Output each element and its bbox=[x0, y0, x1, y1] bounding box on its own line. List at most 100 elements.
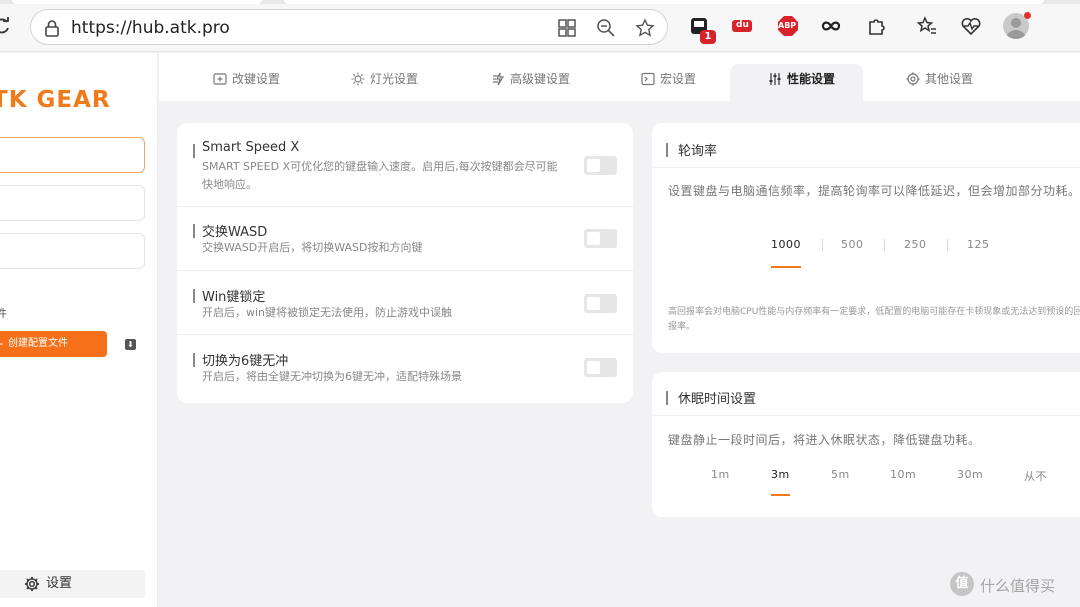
sleep-option-5m[interactable]: 5m bbox=[831, 468, 850, 481]
sliders-icon bbox=[769, 73, 781, 85]
tab-label: 灯光设置 bbox=[370, 72, 419, 86]
tab-label: 其他设置 bbox=[925, 72, 974, 86]
section-marker bbox=[666, 391, 668, 405]
sleep-option-never[interactable]: 从不 bbox=[1024, 468, 1047, 484]
divider bbox=[652, 167, 1080, 168]
tab-macro[interactable]: 宏设置 bbox=[641, 64, 696, 101]
feature-title: Win键锁定 bbox=[202, 290, 266, 305]
polling-rate-title: 轮询率 bbox=[678, 144, 718, 159]
sleep-time-card: 休眠时间设置 键盘静止一段时间后，将进入休眠状态，降低键盘功耗。 1m 3m 5… bbox=[652, 372, 1080, 517]
divider bbox=[652, 415, 1080, 416]
feature-title: 交换WASD bbox=[202, 225, 268, 240]
polling-rate-description: 设置键盘与电脑通信频率，提高轮询率可以降低延迟，但会增加部分功耗。 bbox=[668, 184, 1080, 198]
gear-icon bbox=[906, 72, 920, 86]
feature-title: 切换为6键无冲 bbox=[202, 354, 289, 369]
address-bar[interactable]: https://hub.atk.pro bbox=[30, 9, 668, 45]
section-marker bbox=[666, 143, 668, 157]
section-marker bbox=[193, 224, 195, 238]
polling-option-500[interactable]: 500 bbox=[841, 238, 864, 251]
feature-description: 交换WASD开启后，将切换WASD按和方向键 bbox=[202, 241, 423, 254]
selected-indicator bbox=[771, 494, 790, 496]
section-marker bbox=[193, 289, 195, 303]
infinity-icon[interactable] bbox=[820, 15, 842, 37]
tab-label: 宏设置 bbox=[660, 72, 697, 86]
polling-option-250[interactable]: 250 bbox=[904, 238, 927, 251]
section-marker bbox=[193, 144, 195, 158]
polling-option-125[interactable]: 125 bbox=[967, 238, 990, 251]
sun-icon bbox=[351, 72, 365, 86]
feature-title: Smart Speed X bbox=[202, 140, 300, 155]
adblock-icon[interactable]: ABP bbox=[777, 15, 799, 37]
settings-tabs: 改键设置 灯光设置 高级键设置 宏设置 性能设置 其他设置 bbox=[159, 53, 1080, 101]
swap-wasd-toggle[interactable] bbox=[584, 229, 617, 248]
zoom-out-icon[interactable] bbox=[596, 18, 616, 38]
feature-description: 开启后，win键将被锁定无法使用，防止游戏中误触 bbox=[202, 306, 453, 319]
tab-key-remap[interactable]: 改键设置 bbox=[213, 64, 280, 101]
tab-label: 性能设置 bbox=[787, 72, 836, 86]
create-profile-label: 创建配置文件 bbox=[8, 338, 68, 349]
adblock-label: ABP bbox=[778, 21, 797, 30]
sleep-option-3m[interactable]: 3m bbox=[771, 468, 790, 481]
feature-description: 开启后，将由全键无冲切换为6键无冲，适配特殊场景 bbox=[202, 370, 462, 383]
sleep-time-description: 键盘静止一段时间后，将进入休眠状态，降低键盘功耗。 bbox=[668, 433, 981, 447]
sleep-option-1m[interactable]: 1m bbox=[711, 468, 730, 481]
url-text[interactable]: https://hub.atk.pro bbox=[71, 18, 230, 38]
plus-icon: + bbox=[0, 331, 4, 357]
star-icon[interactable] bbox=[635, 18, 655, 38]
sleep-option-30m[interactable]: 30m bbox=[957, 468, 983, 481]
feature-row: 交换WASD 交换WASD开启后，将切换WASD按和方向键 bbox=[177, 207, 633, 271]
profile-section-label: 件 bbox=[0, 307, 7, 320]
bolt-icon bbox=[493, 72, 505, 86]
keyboard-add-icon bbox=[213, 73, 227, 85]
watermark-logo: 值 bbox=[950, 572, 974, 596]
tab-other[interactable]: 其他设置 bbox=[906, 64, 973, 101]
tab-performance[interactable]: 性能设置 bbox=[730, 64, 864, 101]
extension-badge: 1 bbox=[700, 30, 716, 44]
create-profile-button[interactable]: + 创建配置文件 bbox=[0, 331, 107, 357]
reload-icon[interactable] bbox=[0, 16, 12, 36]
section-marker bbox=[193, 353, 195, 367]
tab-lighting[interactable]: 灯光设置 bbox=[351, 64, 418, 101]
option-separator bbox=[947, 239, 948, 251]
health-icon[interactable] bbox=[960, 15, 982, 37]
feature-row: Win键锁定 开启后，win键将被锁定无法使用，防止游戏中误触 bbox=[177, 271, 633, 335]
browser-tab[interactable] bbox=[284, 0, 1044, 4]
feature-row: Smart Speed X SMART SPEED X可优化您的键盘输入速度。启… bbox=[177, 123, 633, 207]
sleep-option-10m[interactable]: 10m bbox=[890, 468, 916, 481]
du-extension-icon[interactable]: du bbox=[731, 15, 753, 37]
import-icon[interactable]: ⬇ bbox=[125, 339, 136, 350]
polling-rate-note: 高回报率会对电脑CPU性能与内存频率有一定要求，低配置的电脑可能存在卡顿现象或无… bbox=[668, 307, 1080, 332]
puzzle-icon[interactable] bbox=[866, 15, 888, 37]
lock-icon[interactable] bbox=[43, 19, 61, 37]
watermark-text: 什么值得买 bbox=[980, 577, 1056, 595]
notification-dot bbox=[1024, 12, 1031, 19]
six-key-rollover-toggle[interactable] bbox=[584, 358, 617, 377]
profile-slot-3[interactable] bbox=[0, 233, 145, 269]
sidebar: TK GEAR 件 + 创建配置文件 ⬇ 设置 bbox=[0, 53, 158, 607]
gear-icon bbox=[25, 577, 39, 591]
browser-tab[interactable] bbox=[12, 0, 262, 4]
option-separator bbox=[822, 239, 823, 251]
feature-description: SMART SPEED X可优化您的键盘输入速度。启用后,每次按键都会尽可能快地… bbox=[202, 160, 558, 191]
polling-rate-card: 轮询率 设置键盘与电脑通信频率，提高轮询率可以降低延迟，但会增加部分功耗。 10… bbox=[652, 123, 1080, 353]
option-separator bbox=[884, 239, 885, 251]
settings-button[interactable]: 设置 bbox=[0, 570, 145, 598]
features-card: Smart Speed X SMART SPEED X可优化您的键盘输入速度。启… bbox=[177, 123, 633, 403]
polling-option-1000[interactable]: 1000 bbox=[771, 238, 801, 251]
sleep-time-title: 休眠时间设置 bbox=[678, 392, 757, 407]
app-grid-icon[interactable] bbox=[557, 18, 577, 38]
tab-label: 改键设置 bbox=[232, 72, 281, 86]
favorites-icon[interactable] bbox=[916, 15, 938, 37]
watermark: 值 什么值得买 bbox=[950, 572, 1080, 600]
profile-slot-2[interactable] bbox=[0, 185, 145, 221]
smart-speed-x-toggle[interactable] bbox=[584, 156, 617, 175]
terminal-icon bbox=[641, 72, 655, 86]
win-key-lock-toggle[interactable] bbox=[584, 294, 617, 313]
tab-advanced-keys[interactable]: 高级键设置 bbox=[491, 64, 570, 101]
tab-label: 高级键设置 bbox=[510, 72, 571, 86]
browser-toolbar: https://hub.atk.pro 1 du ABP bbox=[0, 0, 1080, 52]
feature-row: 切换为6键无冲 开启后，将由全键无冲切换为6键无冲，适配特殊场景 bbox=[177, 335, 633, 401]
profile-slot-1[interactable] bbox=[0, 137, 145, 173]
atk-gear-logo: TK GEAR bbox=[0, 87, 111, 113]
selected-indicator bbox=[771, 266, 801, 268]
